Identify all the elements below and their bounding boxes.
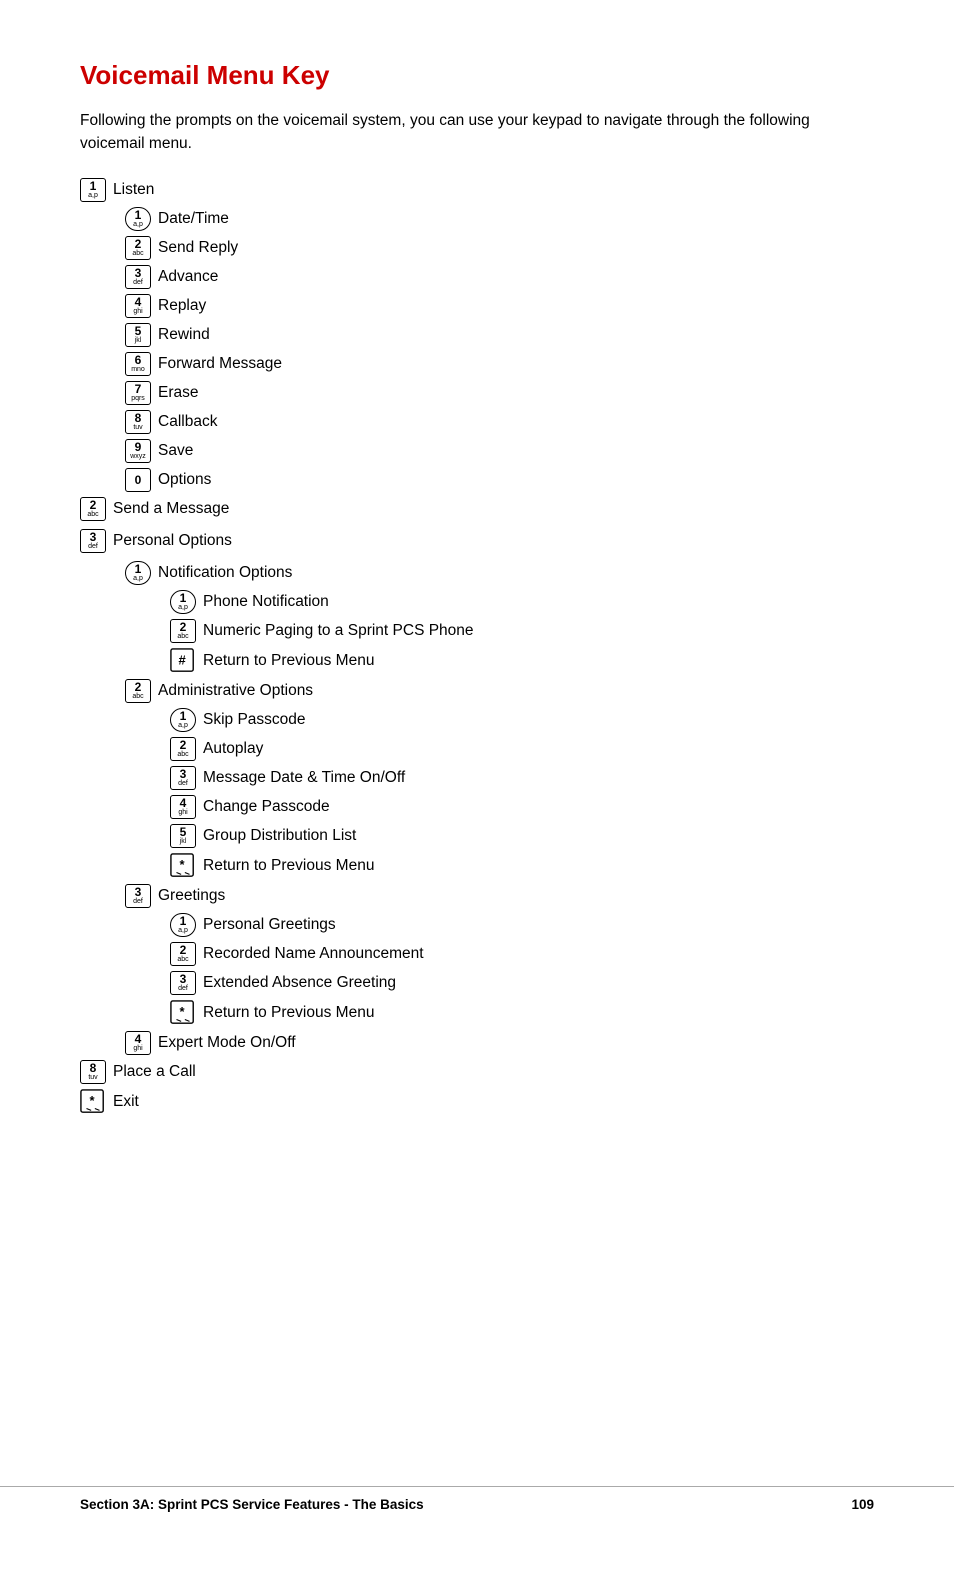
- list-item: 3 def Personal Options: [80, 529, 874, 553]
- menu-item-label: Callback: [158, 414, 217, 430]
- menu-item-label: Place a Call: [113, 1064, 196, 1080]
- list-item: 1 a,p Personal Greetings: [80, 913, 874, 937]
- menu-item-label: Skip Passcode: [203, 712, 306, 728]
- menu-item-label: Numeric Paging to a Sprint PCS Phone: [203, 623, 474, 639]
- footer-page-number: 109: [851, 1497, 874, 1512]
- list-item: 7 pqrs Erase: [80, 381, 874, 405]
- menu-item-label: Forward Message: [158, 356, 282, 372]
- menu-item-label: Recorded Name Announcement: [203, 946, 424, 962]
- list-item: 0 Options: [80, 468, 874, 492]
- list-item: * Exit: [80, 1089, 874, 1115]
- list-item: 3 def Advance: [80, 265, 874, 289]
- list-item: 1 a,p Skip Passcode: [80, 708, 874, 732]
- list-item: 5 jkl Group Distribution List: [80, 824, 874, 848]
- star-icon: *: [170, 1000, 196, 1026]
- star-icon: *: [80, 1089, 106, 1115]
- list-item: 3 def Extended Absence Greeting: [80, 971, 874, 995]
- page-title: Voicemail Menu Key: [80, 60, 874, 91]
- menu-item-label: Advance: [158, 269, 218, 285]
- list-item: 4 ghi Replay: [80, 294, 874, 318]
- menu-item-label: Return to Previous Menu: [203, 1005, 374, 1021]
- list-item: # Return to Previous Menu: [80, 648, 874, 674]
- menu-tree: 1 a,p Listen 1 a,p Date/Time 2 abc Send …: [80, 178, 874, 1115]
- menu-item-label: Rewind: [158, 327, 210, 343]
- footer: Section 3A: Sprint PCS Service Features …: [0, 1486, 954, 1512]
- list-item: 6 mno Forward Message: [80, 352, 874, 376]
- list-item: 2 abc Autoplay: [80, 737, 874, 761]
- list-item: * Return to Previous Menu: [80, 1000, 874, 1026]
- menu-item-label: Send Reply: [158, 240, 238, 256]
- menu-item-label: Listen: [113, 182, 154, 198]
- menu-item-label: Phone Notification: [203, 594, 329, 610]
- menu-item-label: Administrative Options: [158, 683, 313, 699]
- hash-icon: #: [170, 648, 196, 674]
- menu-item-label: Autoplay: [203, 741, 263, 757]
- menu-item-label: Save: [158, 443, 193, 459]
- menu-item-label: Erase: [158, 385, 199, 401]
- svg-text:#: #: [178, 652, 186, 667]
- list-item: 1 a,p Phone Notification: [80, 590, 874, 614]
- list-item: 2 abc Send Reply: [80, 236, 874, 260]
- list-item: 4 ghi Change Passcode: [80, 795, 874, 819]
- list-item: 1 a,p Listen: [80, 178, 874, 202]
- menu-item-label: Date/Time: [158, 211, 229, 227]
- list-item: 3 def Greetings: [80, 884, 874, 908]
- list-item: 9 wxyz Save: [80, 439, 874, 463]
- menu-item-label: Notification Options: [158, 565, 292, 581]
- menu-item-label: Replay: [158, 298, 206, 314]
- list-item: 1 a,p Notification Options: [80, 561, 874, 585]
- star-icon: *: [170, 853, 196, 879]
- menu-item-label: Message Date & Time On/Off: [203, 770, 405, 786]
- page: Voicemail Menu Key Following the prompts…: [0, 0, 954, 1540]
- menu-item-label: Exit: [113, 1094, 139, 1110]
- list-item: 5 jkl Rewind: [80, 323, 874, 347]
- menu-item-label: Change Passcode: [203, 799, 330, 815]
- menu-item-label: Group Distribution List: [203, 828, 356, 844]
- menu-item-label: Greetings: [158, 888, 225, 904]
- menu-item-label: Return to Previous Menu: [203, 858, 374, 874]
- menu-item-label: Send a Message: [113, 501, 229, 517]
- footer-section: Section 3A: Sprint PCS Service Features …: [80, 1497, 424, 1512]
- list-item: 2 abc Recorded Name Announcement: [80, 942, 874, 966]
- list-item: 1 a,p Date/Time: [80, 207, 874, 231]
- menu-item-label: Expert Mode On/Off: [158, 1035, 296, 1051]
- menu-item-label: Return to Previous Menu: [203, 653, 374, 669]
- menu-item-label: Extended Absence Greeting: [203, 975, 396, 991]
- menu-item-label: Personal Options: [113, 533, 232, 549]
- menu-item-label: Options: [158, 472, 211, 488]
- list-item: 2 abc Numeric Paging to a Sprint PCS Pho…: [80, 619, 874, 643]
- intro-text: Following the prompts on the voicemail s…: [80, 109, 820, 156]
- list-item: 2 abc Administrative Options: [80, 679, 874, 703]
- list-item: 8 tuv Callback: [80, 410, 874, 434]
- list-item: 3 def Message Date & Time On/Off: [80, 766, 874, 790]
- list-item: 8 tuv Place a Call: [80, 1060, 874, 1084]
- list-item: * Return to Previous Menu: [80, 853, 874, 879]
- list-item: 4 ghi Expert Mode On/Off: [80, 1031, 874, 1055]
- list-item: 2 abc Send a Message: [80, 497, 874, 521]
- menu-item-label: Personal Greetings: [203, 917, 336, 933]
